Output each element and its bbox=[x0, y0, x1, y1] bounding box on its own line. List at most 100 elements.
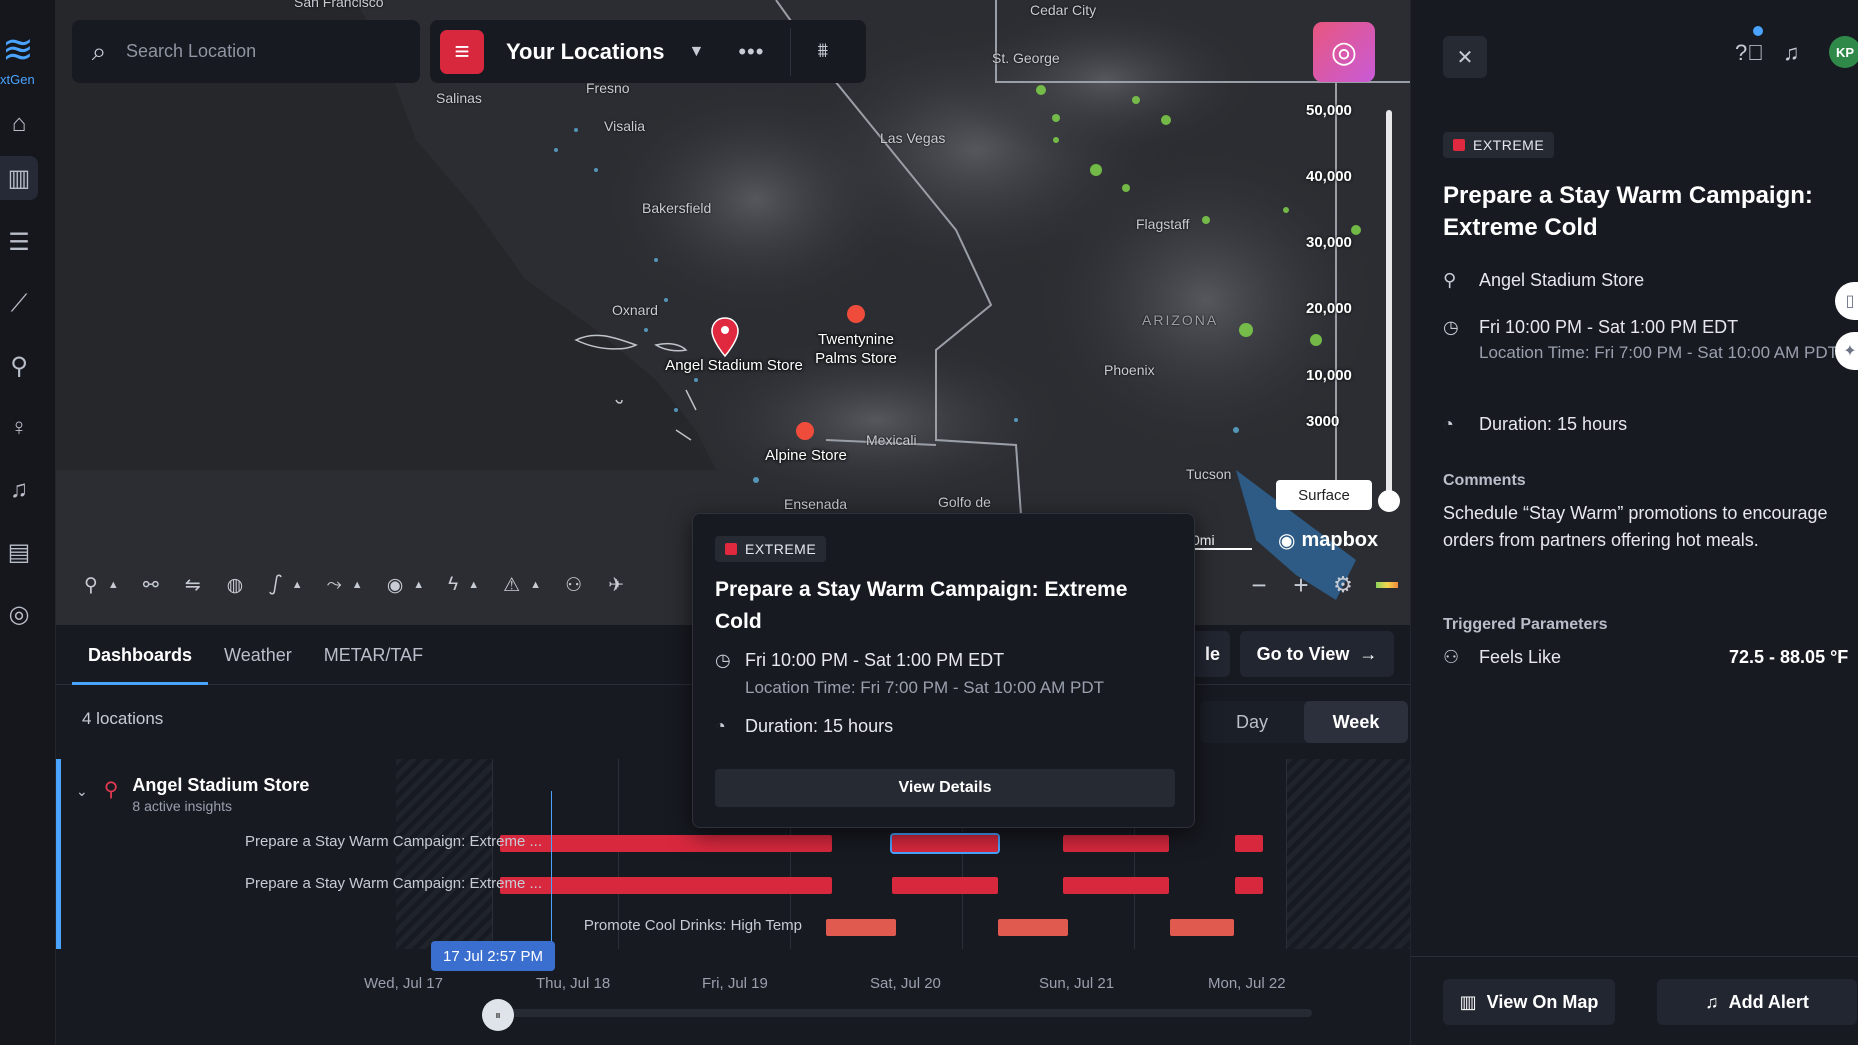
store-group-header[interactable]: ⌄ ⚲ Angel Stadium Store 8 active insight… bbox=[76, 775, 309, 814]
side-panel-tab-icon[interactable]: ▯ bbox=[1835, 282, 1858, 320]
store-pin-icon: ⚲ bbox=[103, 779, 119, 801]
wildfire-icon[interactable]: ◍ bbox=[221, 560, 250, 610]
detail-local-time: Location Time: Fri 7:00 PM - Sat 10:00 A… bbox=[1479, 343, 1839, 362]
mapbox-logo-icon: ◉ bbox=[1278, 529, 1296, 552]
city-label: Golfo de bbox=[938, 494, 991, 510]
search-location-box[interactable]: ⌕ bbox=[72, 20, 420, 83]
insight-bar[interactable] bbox=[1063, 877, 1169, 894]
go-to-view-button[interactable]: Go to View → bbox=[1240, 631, 1394, 677]
insight-bar[interactable] bbox=[892, 877, 998, 894]
map-legend-swatch[interactable] bbox=[1376, 582, 1398, 588]
insight-bar[interactable] bbox=[1235, 877, 1263, 894]
axis-date-label: Thu, Jul 18 bbox=[536, 975, 611, 992]
mapbox-text: mapbox bbox=[1301, 528, 1379, 551]
chevron-up-icon[interactable]: ▲ bbox=[524, 560, 547, 610]
altitude-tick: 30,000 bbox=[1306, 234, 1352, 251]
tab-dashboards[interactable]: Dashboards bbox=[71, 625, 209, 685]
hurricane-icon[interactable]: ഽ bbox=[263, 560, 287, 610]
day-toggle-button[interactable]: Day bbox=[1200, 701, 1304, 743]
nav-notes-icon[interactable]: ▤ bbox=[0, 530, 38, 574]
nav-home-icon[interactable]: ⌂ bbox=[0, 102, 38, 146]
tab-metar-taf[interactable]: METAR/TAF bbox=[324, 625, 423, 685]
city-label: Flagstaff bbox=[1136, 216, 1190, 232]
people-icon[interactable]: ⚇ bbox=[559, 560, 588, 610]
chevron-up-icon[interactable]: ▲ bbox=[286, 560, 309, 610]
wind-icon[interactable]: ⤳ bbox=[321, 560, 348, 610]
insight-row-label[interactable]: Prepare a Stay Warm Campaign: Extreme ..… bbox=[245, 833, 542, 850]
layers-adjust-icon[interactable]: ⇋ bbox=[179, 560, 207, 610]
warning-icon[interactable]: ⚠ bbox=[497, 560, 526, 610]
store-marker-label[interactable]: Alpine Store bbox=[746, 446, 866, 465]
more-options-icon[interactable]: ••• bbox=[738, 39, 764, 65]
param-name: Feels Like bbox=[1479, 647, 1562, 667]
add-alert-button[interactable]: ♫ Add Alert bbox=[1657, 979, 1857, 1025]
insight-bar-selected[interactable] bbox=[890, 833, 1000, 854]
insight-bar[interactable] bbox=[500, 877, 832, 894]
ai-assistant-icon[interactable]: ◎ bbox=[1313, 22, 1375, 82]
insight-row-label[interactable]: Prepare a Stay Warm Campaign: Extreme ..… bbox=[245, 875, 542, 892]
insight-bar[interactable] bbox=[500, 835, 832, 852]
popup-time: Fri 10:00 PM - Sat 1:00 PM EDT bbox=[745, 650, 1005, 670]
locations-title[interactable]: Your Locations bbox=[506, 39, 665, 65]
locations-list-icon[interactable]: ≡ bbox=[440, 29, 484, 74]
view-on-map-button[interactable]: ▥ View On Map bbox=[1443, 979, 1615, 1025]
location-pin-icon[interactable]: ⚲ bbox=[78, 560, 104, 610]
insight-bar[interactable] bbox=[1063, 835, 1169, 852]
chevron-up-icon[interactable]: ▲ bbox=[102, 560, 125, 610]
chevron-up-icon[interactable]: ▲ bbox=[462, 560, 485, 610]
chevron-down-icon[interactable]: ▼ bbox=[689, 43, 705, 61]
bell-icon[interactable]: ♫ bbox=[1783, 40, 1800, 66]
nav-insights-icon[interactable]: ♀ bbox=[0, 406, 38, 450]
insight-bar[interactable] bbox=[1170, 919, 1234, 936]
search-location-input[interactable] bbox=[126, 41, 386, 62]
store-marker-label[interactable]: Angel Stadium Store bbox=[654, 356, 814, 375]
insight-bar[interactable] bbox=[1235, 835, 1263, 852]
timer-icon: ◔ bbox=[1443, 414, 1454, 434]
view-on-map-label: View On Map bbox=[1486, 991, 1599, 1012]
lightning-icon[interactable]: ϟ bbox=[442, 560, 464, 610]
chevron-up-icon[interactable]: ▲ bbox=[407, 560, 430, 610]
altitude-slider-handle[interactable] bbox=[1378, 490, 1400, 512]
view-details-button[interactable]: View Details bbox=[715, 769, 1175, 807]
chevron-up-icon[interactable]: ▲ bbox=[346, 560, 369, 610]
map-settings-gear-icon[interactable]: ⚙ bbox=[1322, 572, 1364, 598]
nav-map-icon[interactable]: ▥ bbox=[0, 156, 38, 200]
nav-radar-icon[interactable]: ◎ bbox=[0, 592, 38, 636]
week-toggle-button[interactable]: Week bbox=[1304, 701, 1408, 743]
severity-badge: EXTREME bbox=[1443, 132, 1555, 158]
timeline-scrubber-handle[interactable]: ⏸ bbox=[482, 999, 514, 1031]
insight-bar[interactable] bbox=[998, 919, 1068, 936]
city-label: Phoenix bbox=[1104, 362, 1155, 378]
zoom-out-icon[interactable]: − bbox=[1238, 570, 1280, 601]
brand-logo[interactable]: ≋ xtGen bbox=[0, 30, 48, 87]
nav-reports-icon[interactable]: ☰ bbox=[0, 220, 38, 264]
radar-icon[interactable]: ◉ bbox=[381, 560, 410, 610]
tab-weather[interactable]: Weather bbox=[224, 625, 292, 685]
flight-icon[interactable]: ✈ bbox=[602, 560, 630, 610]
city-label: Ensenada bbox=[784, 496, 848, 512]
insight-bar[interactable] bbox=[826, 919, 896, 936]
nav-alerts-icon[interactable]: ♫ bbox=[0, 468, 38, 512]
nav-analytics-icon[interactable]: ⟋ bbox=[0, 282, 38, 326]
zoom-in-icon[interactable]: + bbox=[1280, 570, 1322, 601]
selected-store-pin-icon[interactable] bbox=[710, 316, 740, 358]
store-marker-dot[interactable] bbox=[847, 305, 865, 323]
close-icon[interactable]: ✕ bbox=[1443, 36, 1487, 78]
store-name: Angel Stadium Store bbox=[132, 775, 310, 795]
help-icon[interactable]: ?⃝ bbox=[1735, 40, 1764, 66]
altitude-slider-track[interactable] bbox=[1386, 110, 1392, 502]
timeline-scrubber-track[interactable] bbox=[500, 1009, 1312, 1017]
locations-count: 4 locations bbox=[82, 709, 164, 728]
avatar[interactable]: KP bbox=[1829, 36, 1858, 68]
severity-badge: EXTREME bbox=[715, 536, 827, 562]
nav-locations-icon[interactable]: ⚲ bbox=[0, 344, 38, 388]
store-marker-dot[interactable] bbox=[796, 422, 814, 440]
city-label: Cedar City bbox=[1030, 2, 1097, 18]
insight-row-label[interactable]: Promote Cool Drinks: High Temp bbox=[584, 917, 802, 934]
route-icon[interactable]: ⚯ bbox=[137, 560, 165, 610]
chevron-down-icon[interactable]: ⌄ bbox=[76, 783, 88, 800]
timer-icon: ◔ bbox=[715, 716, 726, 736]
store-marker-label[interactable]: Twentynine Palms Store bbox=[796, 330, 916, 368]
clock-icon: ◷ bbox=[715, 650, 731, 670]
filter-icon[interactable]: ⩩ bbox=[817, 40, 828, 63]
